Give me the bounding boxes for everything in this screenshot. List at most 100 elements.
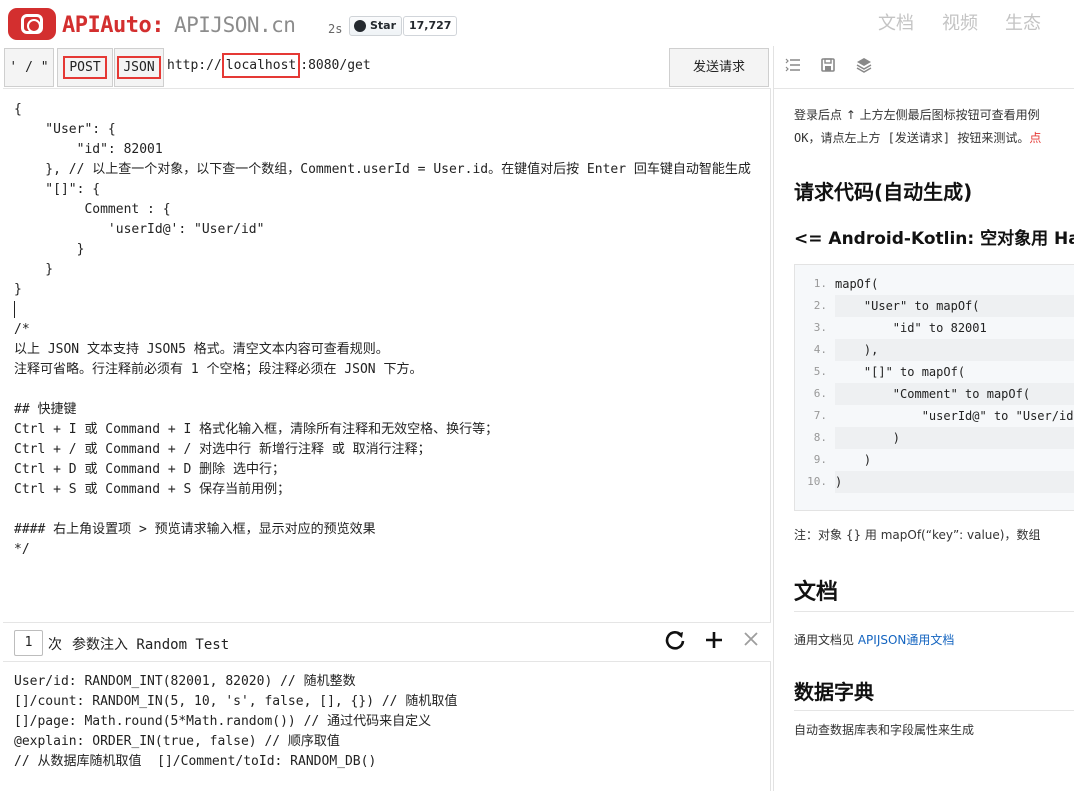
line-code: ), (835, 339, 1074, 361)
divider (794, 611, 1074, 612)
generated-code-block: 1. mapOf( 2. "User" to mapOf( 3. "id" to … (794, 264, 1074, 511)
editor-line: "[]": { (14, 182, 101, 197)
editor-line: } (14, 262, 54, 277)
type-label: JSON (117, 56, 161, 79)
line-number: 5. (813, 365, 827, 378)
github-star-count[interactable]: 17,727 (403, 16, 458, 36)
codegen-subtitle[interactable]: <= Android-Kotlin: 空对象用 HashMap (794, 224, 1074, 249)
stars-prefix: 2s (328, 22, 343, 36)
docs-pane: 登录后点 ↑ 上方左侧最后图标按钮可查看用例 OK，请点左上方 [发送请求] 按… (773, 46, 1074, 791)
text-caret (14, 301, 15, 318)
line-number: 6. (813, 387, 827, 400)
quote-toggle-button[interactable]: ' / " (4, 48, 54, 87)
intro-line-2-text: OK，请点左上方 [发送请求] 按钮来测试。 (794, 131, 1030, 145)
random-line: []/page: Math.round(5*Math.random()) // … (14, 714, 432, 729)
random-test-editor[interactable]: User/id: RANDOM_INT(82001, 82020) // 随机整… (3, 663, 771, 791)
docs-text-prefix: 通用文档见 (794, 633, 858, 647)
dict-section-title: 数据字典 (794, 680, 874, 704)
line-code: "id" to 82001 (835, 321, 987, 335)
send-request-button[interactable]: 发送请求 (669, 48, 769, 87)
editor-pane: ' / " POST JSON http://localhost:8080/ge… (3, 46, 771, 791)
random-count-input[interactable]: 1 (14, 630, 43, 656)
intro-link[interactable]: 点 (1029, 131, 1041, 145)
line-number: 10. (807, 475, 827, 488)
url-input[interactable]: http://localhost:8080/get (167, 53, 371, 78)
docs-text: 通用文档见 APIJSON通用文档 (794, 631, 954, 648)
editor-line: 注释可省略。行注释前必须有 1 个空格；段注释必须在 JSON 下方。 (14, 362, 423, 377)
editor-line: #### 右上角设置项 > 预览请求输入框，显示对应的预览效果 (14, 522, 376, 537)
line-number: 1. (813, 277, 827, 290)
github-star-button[interactable]: Star (349, 16, 403, 36)
code-line: 4. ), (795, 339, 1074, 361)
line-code: ) (835, 471, 1074, 493)
url-suffix: :8080/get (300, 58, 371, 73)
request-json-editor[interactable]: { "User": { "id": 82001 }, // 以上查一个对象，以下… (3, 90, 771, 622)
code-line: 5. "[]" to mapOf( (795, 361, 1074, 383)
docs-section-title: 文档 (794, 580, 839, 605)
random-line: []/count: RANDOM_IN(5, 10, 's', false, [… (14, 694, 458, 709)
github-icon (354, 20, 366, 32)
editor-line: } (14, 282, 22, 297)
line-number: 4. (813, 343, 827, 356)
apiauto-logo-icon[interactable] (8, 8, 56, 40)
editor-line: } (14, 242, 85, 257)
editor-line: 以上 JSON 文本支持 JSON5 格式。清空文本内容可查看规则。 (14, 342, 389, 357)
code-line: 8. ) (795, 427, 1074, 449)
line-number: 7. (813, 409, 827, 422)
random-test-title: 参数注入 Random Test (72, 637, 230, 653)
line-code: "User" to mapOf( (835, 295, 1074, 317)
close-icon[interactable] (741, 629, 761, 655)
github-star-label: Star (370, 19, 397, 32)
list-icon[interactable] (784, 56, 802, 74)
code-line: 6. "Comment" to mapOf( (795, 383, 1074, 405)
intro-line-1: 登录后点 ↑ 上方左侧最后图标按钮可查看用例 (794, 108, 1040, 122)
save-icon[interactable] (819, 56, 837, 74)
code-line: 3. "id" to 82001 (795, 317, 1074, 339)
docs-link[interactable]: APIJSON通用文档 (858, 633, 955, 647)
editor-line: */ (14, 542, 30, 557)
docs-intro: 登录后点 ↑ 上方左侧最后图标按钮可查看用例 OK，请点左上方 [发送请求] 按… (794, 104, 1074, 150)
method-button[interactable]: POST (57, 48, 113, 87)
plus-icon[interactable] (703, 629, 725, 655)
nav-docs[interactable]: 文档 (878, 9, 914, 35)
nav-video[interactable]: 视频 (942, 9, 978, 35)
code-line: 10.) (795, 471, 1074, 493)
layers-icon[interactable] (855, 56, 873, 74)
type-button[interactable]: JSON (114, 48, 164, 87)
line-number: 3. (813, 321, 827, 334)
editor-line: Comment : { (14, 202, 171, 217)
random-line: @explain: ORDER_IN(true, false) // 顺序取值 (14, 734, 340, 749)
brand-name[interactable]: APIAuto: (62, 13, 164, 38)
code-line: 1. mapOf( (795, 273, 1074, 295)
divider (794, 710, 1074, 711)
refresh-icon[interactable] (664, 629, 686, 655)
line-number: 9. (813, 453, 827, 466)
editor-line: ## 快捷键 (14, 402, 77, 417)
editor-line: { (14, 102, 22, 117)
app-header: APIAuto: APIJSON.cn 2s Star 17,727 文档 视频… (0, 0, 1074, 46)
line-code: ) (835, 427, 1074, 449)
line-code: mapOf( (835, 277, 879, 291)
nav-ecosystem[interactable]: 生态 (1005, 9, 1041, 35)
code-line: 2. "User" to mapOf( (795, 295, 1074, 317)
code-line: 7. "userId@" to "User/id" (795, 405, 1074, 427)
editor-line: }, // 以上查一个对象，以下查一个数组，Comment.userId = U… (14, 162, 751, 177)
editor-line: Ctrl + I 或 Command + I 格式化输入框，清除所有注释和无效空… (14, 422, 499, 437)
intro-line-2: OK，请点左上方 [发送请求] 按钮来测试。点 (794, 127, 1074, 150)
random-test-bar: 1 次 参数注入 Random Test (3, 622, 771, 662)
site-link[interactable]: APIJSON.cn (174, 13, 296, 37)
editor-line: "id": 82001 (14, 142, 163, 157)
editor-line: /* (14, 322, 30, 337)
codegen-title: 请求代码(自动生成) (794, 180, 973, 204)
line-code: ) (835, 453, 872, 467)
url-prefix: http:// (167, 58, 222, 73)
editor-line: "User": { (14, 122, 116, 137)
code-line: 9. ) (795, 449, 1074, 471)
line-code: "userId@" to "User/id" (835, 409, 1074, 423)
method-label: POST (63, 56, 107, 79)
code-note: 注：对象 {} 用 mapOf(“key”: value)，数组 (794, 528, 1041, 542)
editor-line: 'userId@': "User/id" (14, 222, 265, 237)
request-toolbar: ' / " POST JSON http://localhost:8080/ge… (3, 46, 771, 89)
